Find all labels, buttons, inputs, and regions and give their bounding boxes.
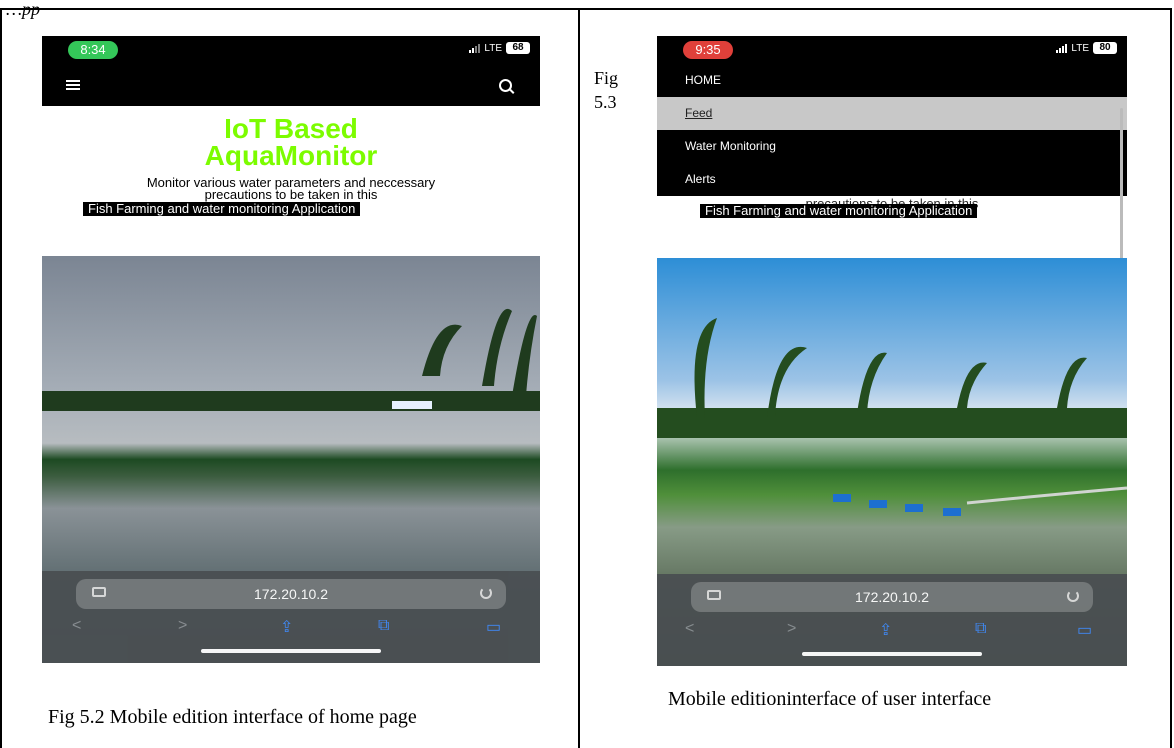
url-text: 172.20.10.2 <box>855 589 929 605</box>
network-label: LTE <box>484 42 502 54</box>
menu-item-alerts[interactable]: Alerts <box>657 163 1127 196</box>
right-phone-screenshot: 9:35 LTE 80 HOME Feed Water Monitoring A… <box>657 36 1127 666</box>
back-icon[interactable]: < <box>72 617 81 635</box>
status-indicators: LTE 68 <box>469 42 530 54</box>
url-text: 172.20.10.2 <box>254 586 328 602</box>
page-title-line1: IoT Based <box>224 113 358 144</box>
nav-menu: HOME Feed Water Monitoring Alerts <box>657 64 1127 196</box>
app-navbar <box>42 64 540 106</box>
reload-icon[interactable] <box>480 587 492 599</box>
share-icon[interactable]: ⇪ <box>280 617 293 637</box>
tab-icon[interactable] <box>707 590 721 600</box>
hamburger-icon[interactable] <box>66 80 80 90</box>
fig-side-label: Fig 5.3 <box>594 68 619 112</box>
home-indicator <box>201 649 381 653</box>
share-icon[interactable]: ⇪ <box>879 620 892 640</box>
forward-icon[interactable]: > <box>178 617 187 635</box>
back-icon[interactable]: < <box>685 620 694 638</box>
bookmarks-icon[interactable]: ⧉ <box>378 617 389 635</box>
network-label: LTE <box>1071 42 1089 54</box>
url-field[interactable]: 172.20.10.2 <box>691 582 1093 612</box>
reload-icon[interactable] <box>1067 590 1079 602</box>
pond-photo: 172.20.10.2 < > ⇪ ⧉ ▭ <box>657 258 1127 666</box>
browser-bar: 172.20.10.2 < > ⇪ ⧉ ▭ <box>42 571 540 663</box>
url-field[interactable]: 172.20.10.2 <box>76 579 506 609</box>
tab-icon[interactable] <box>92 587 106 597</box>
time-pill: 8:34 <box>68 41 118 59</box>
time-pill: 9:35 <box>683 41 733 59</box>
pond-photo: 172.20.10.2 < > ⇪ ⧉ ▭ <box>42 256 540 663</box>
menu-item-feed[interactable]: Feed <box>657 97 1127 130</box>
forward-icon[interactable]: > <box>787 620 796 638</box>
bookmarks-icon[interactable]: ⧉ <box>975 620 986 638</box>
search-icon[interactable] <box>499 79 512 92</box>
battery-icon: 68 <box>506 42 530 54</box>
status-indicators: LTE 80 <box>1056 42 1117 54</box>
page-description-line2: precautions to be taken in this <box>204 187 378 202</box>
status-bar: 9:35 LTE 80 <box>657 36 1127 64</box>
home-indicator <box>802 652 982 656</box>
page-banner: Fish Farming and water monitoring Applic… <box>83 202 361 216</box>
caption-right: Mobile editioninterface of user interfac… <box>668 688 992 710</box>
signal-icon <box>1056 43 1068 53</box>
browser-toolbar: < > ⇪ ⧉ ▭ <box>657 620 1127 640</box>
caption-left: Fig 5.2 Mobile edition interface of home… <box>48 706 417 728</box>
status-bar: 8:34 LTE 68 <box>42 36 540 64</box>
signal-icon <box>469 43 481 53</box>
menu-item-home[interactable]: HOME <box>657 64 1127 97</box>
menu-item-water-monitoring[interactable]: Water Monitoring <box>657 130 1127 163</box>
browser-toolbar: < > ⇪ ⧉ ▭ <box>42 617 540 637</box>
page-title-line2: AquaMonitor <box>204 140 378 171</box>
battery-icon: 80 <box>1093 42 1117 54</box>
table-divider <box>578 8 580 748</box>
browser-bar: 172.20.10.2 < > ⇪ ⧉ ▭ <box>657 574 1127 666</box>
page-banner: Fish Farming and water monitoring Applic… <box>700 204 978 218</box>
tabs-icon[interactable]: ▭ <box>486 617 501 637</box>
tabs-icon[interactable]: ▭ <box>1077 620 1092 640</box>
left-phone-screenshot: 8:34 LTE 68 IoT Based AquaMonitor Monito… <box>42 36 540 663</box>
